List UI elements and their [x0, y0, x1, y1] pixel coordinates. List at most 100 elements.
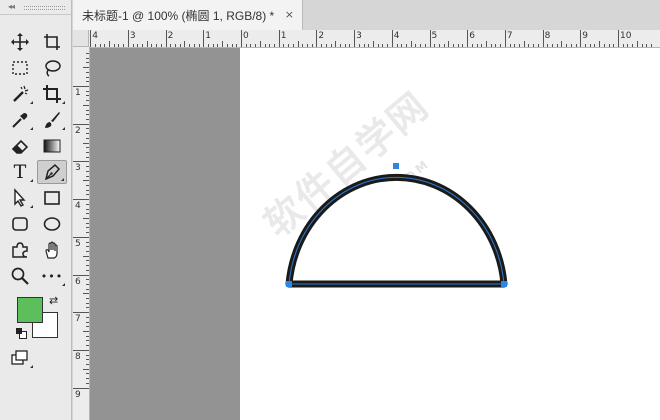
ruler-minor-tick [86, 232, 89, 234]
ruler-minor-tick [86, 170, 89, 172]
ruler-minor-tick [231, 44, 233, 47]
ruler-minor-tick [636, 41, 638, 47]
ruler-minor-tick [236, 44, 238, 47]
ruler-minor-tick [109, 41, 111, 47]
ruler-minor-tick [245, 44, 247, 47]
ruler-minor-tick [86, 151, 89, 153]
ruler-label: 10 [620, 31, 632, 41]
crop-icon [43, 85, 61, 103]
ruler-minor-tick [608, 44, 610, 47]
ruler-minor-tick [94, 44, 96, 47]
ruler-label: 0 [243, 31, 249, 41]
collapse-icon[interactable]: ◂◂ [8, 2, 15, 11]
ellipse-tool[interactable] [37, 212, 67, 236]
pen-tool[interactable] [37, 160, 67, 184]
ruler-minor-tick [189, 44, 191, 47]
foreground-color-swatch[interactable] [17, 297, 43, 323]
ruler-minor-tick [453, 44, 455, 47]
ruler-minor-tick [575, 44, 577, 47]
brush-tool[interactable] [37, 108, 67, 132]
ruler-minor-tick [627, 44, 629, 47]
vertical-ruler[interactable]: 1 2 3 4 5 6 7 8 9 [73, 47, 90, 420]
ruler-minor-tick [589, 44, 591, 47]
ruler-minor-tick [86, 354, 89, 356]
document-title: 未标题-1 @ 100% (椭圆 1, RGB/8) * [82, 8, 275, 23]
ruler-minor-tick [523, 41, 525, 47]
screen-mode-icon [11, 350, 28, 365]
ruler-major-tick [504, 30, 506, 47]
ruler-minor-tick [83, 180, 89, 182]
ruler-minor-tick [86, 302, 89, 304]
ruler-origin[interactable] [73, 30, 89, 47]
document-canvas[interactable] [240, 48, 660, 420]
path-selection-tool[interactable] [5, 186, 35, 210]
ruler-major-tick [165, 30, 167, 47]
ruler-minor-tick [387, 44, 389, 47]
ruler-minor-tick [335, 41, 337, 47]
ruler-minor-tick [83, 293, 89, 295]
ruler-label: 2 [318, 31, 325, 41]
more-tools[interactable]: ••• [37, 264, 67, 288]
tools-panel: ◂◂ T ••• ⇄ [0, 0, 72, 420]
ruler-minor-tick [405, 44, 407, 47]
ruler-minor-tick [86, 109, 89, 111]
ruler-label: 3 [75, 163, 81, 174]
rectangle-tool[interactable] [37, 186, 67, 210]
ruler-minor-tick [311, 44, 313, 47]
ruler-minor-tick [83, 255, 89, 257]
ruler-minor-tick [396, 44, 398, 47]
ruler-minor-tick [420, 44, 422, 47]
marquee-tool[interactable] [5, 56, 35, 80]
ruler-major-tick [90, 30, 92, 47]
hand-tool[interactable] [37, 238, 67, 262]
rounded-rect-tool[interactable] [5, 212, 35, 236]
ruler-minor-tick [222, 41, 224, 47]
ruler-minor-tick [118, 44, 120, 47]
eyedropper-tool[interactable] [5, 108, 35, 132]
ruler-minor-tick [358, 44, 360, 47]
crop-tool[interactable] [37, 82, 67, 106]
ruler-minor-tick [86, 133, 89, 135]
ruler-minor-tick [86, 166, 89, 168]
move-tool[interactable] [5, 30, 35, 54]
brush-icon [45, 112, 60, 128]
screen-mode-tool[interactable] [5, 346, 35, 370]
lasso-tool[interactable] [37, 56, 67, 80]
flyout-indicator [30, 179, 33, 182]
ruler-major-tick [429, 30, 431, 47]
ruler-label: 6 [75, 276, 81, 287]
ruler-minor-tick [476, 44, 478, 47]
ruler-minor-tick [123, 44, 125, 47]
document-tab[interactable]: 未标题-1 @ 100% (椭圆 1, RGB/8) * × [73, 0, 303, 30]
ruler-minor-tick [292, 44, 294, 47]
type-tool[interactable]: T [5, 160, 35, 184]
gradient-tool[interactable] [37, 134, 67, 158]
zoom-tool[interactable] [5, 264, 35, 288]
custom-shape-tool[interactable] [5, 238, 35, 262]
artboard-tool[interactable] [37, 30, 67, 54]
panel-grip[interactable]: ◂◂ [0, 0, 71, 15]
ruler-minor-tick [306, 44, 308, 47]
magic-wand-tool[interactable] [5, 82, 35, 106]
grip-lines [24, 6, 65, 10]
ruler-minor-tick [646, 44, 648, 47]
default-colors-icon[interactable] [16, 328, 27, 339]
horizontal-ruler[interactable]: 4 3 2 1 0 1 2 3 4 5 6 7 8 9 10 [73, 30, 660, 48]
eraser-tool[interactable] [5, 134, 35, 158]
ruler-minor-tick [212, 44, 214, 47]
ruler-minor-tick [86, 213, 89, 215]
ruler-minor-tick [566, 44, 568, 47]
flyout-indicator [30, 101, 33, 104]
ruler-minor-tick [170, 44, 172, 47]
swap-colors-icon[interactable]: ⇄ [49, 294, 58, 307]
ruler-minor-tick [86, 175, 89, 177]
ruler-minor-tick [86, 194, 89, 196]
ruler-major-tick [73, 312, 89, 314]
close-icon[interactable]: × [285, 8, 294, 21]
ruler-minor-tick [641, 44, 643, 47]
pasteboard [90, 48, 240, 420]
ruler-major-tick [73, 123, 89, 125]
ruler-minor-tick [382, 44, 384, 47]
ruler-minor-tick [86, 189, 89, 191]
pen-icon [44, 163, 61, 181]
